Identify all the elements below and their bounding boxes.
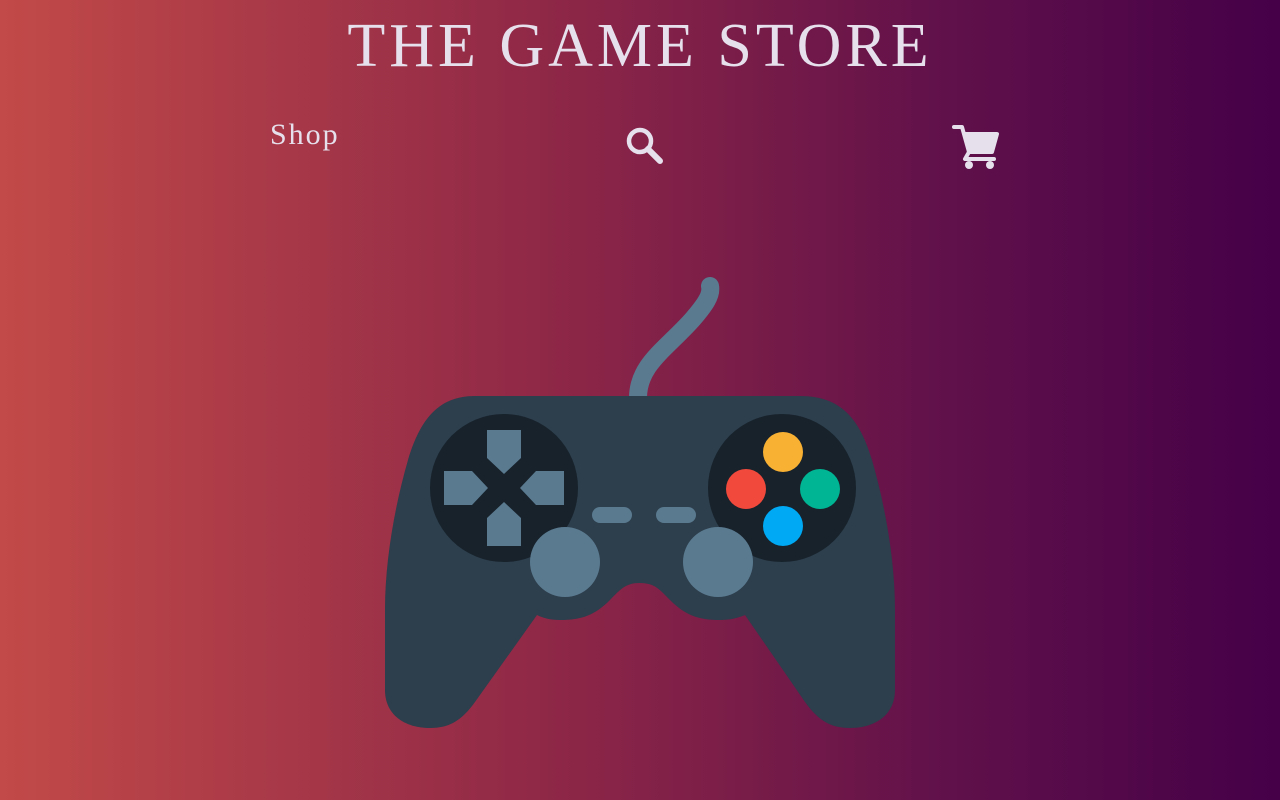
gamepad-icon — [385, 277, 895, 728]
site-title: THE GAME STORE — [347, 12, 933, 80]
cart-icon — [952, 125, 999, 169]
cart-button[interactable] — [950, 121, 1002, 173]
hero-image — [380, 270, 900, 735]
search-icon — [626, 127, 663, 164]
nav-shop-link[interactable]: Shop — [270, 118, 340, 152]
search-button[interactable] — [622, 124, 668, 170]
